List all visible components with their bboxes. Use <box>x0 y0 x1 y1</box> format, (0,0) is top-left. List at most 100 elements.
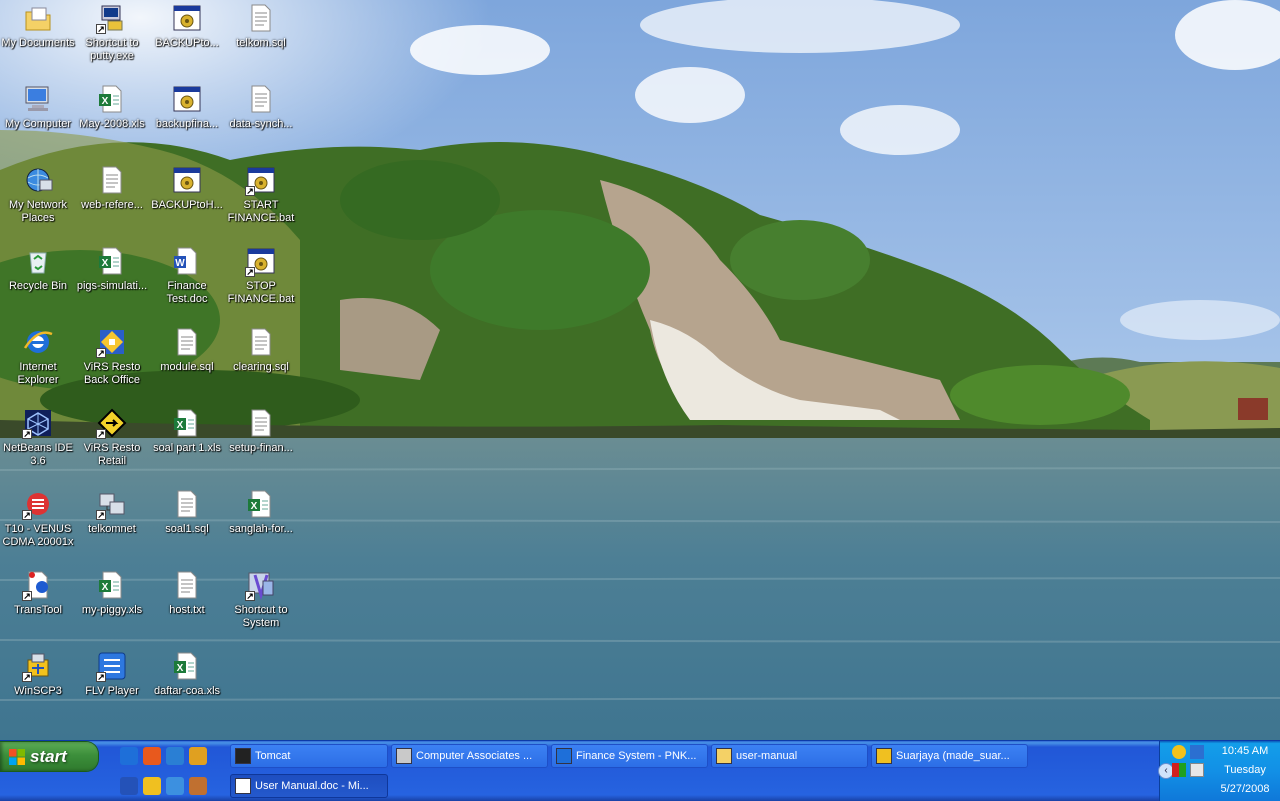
shortcut-arrow-icon: ↗ <box>22 429 32 439</box>
excel-file-icon: X <box>171 407 203 439</box>
desktop-icon[interactable]: ↗ Shortcut to putty.exe <box>74 2 150 63</box>
text-file-icon <box>245 407 277 439</box>
shortcut-arrow-icon: ↗ <box>245 267 255 277</box>
desktop-icon[interactable]: Xdaftar-coa.xls <box>149 650 225 698</box>
desktop-icon-label: backupfina... <box>155 118 219 130</box>
desktop-icon-label: STOP FINANCE.bat <box>227 280 295 305</box>
desktop-icon[interactable]: BACKUPto... <box>149 2 225 50</box>
desktop-icon[interactable]: ↗ FLV Player <box>74 650 150 698</box>
taskbar-button[interactable]: Finance System - PNK... <box>551 744 708 768</box>
text-file-icon <box>245 326 277 358</box>
desktop-icon[interactable]: My Network Places <box>0 164 76 225</box>
internet-explorer-icon[interactable] <box>120 747 138 765</box>
media-player-icon[interactable] <box>120 777 138 795</box>
taskbar-button-label: Finance System - PNK... <box>576 750 697 762</box>
desktop-icon[interactable]: ↗ telkomnet <box>74 488 150 536</box>
shortcut-arrow-icon: ↗ <box>22 591 32 601</box>
desktop-icon[interactable]: ↗ WinSCP3 <box>0 650 76 698</box>
pencil-icon[interactable] <box>189 747 207 765</box>
windows-logo-icon <box>9 748 25 765</box>
desktop-icon[interactable]: ↗ Shortcut to System <box>223 569 299 630</box>
excel-file-icon: X <box>96 569 128 601</box>
svg-text:X: X <box>102 96 109 107</box>
taskbar-button-label: Tomcat <box>255 750 291 762</box>
virs-retail-icon: ↗ <box>96 407 128 439</box>
desktop-icon[interactable]: My Computer <box>0 83 76 131</box>
tools-icon[interactable] <box>189 777 207 795</box>
desktop-icon[interactable]: soal1.sql <box>149 488 225 536</box>
shortcut-arrow-icon: ↗ <box>96 24 106 34</box>
shield-tray-icon[interactable] <box>1190 763 1204 777</box>
desktop-icon[interactable]: backupfina... <box>149 83 225 131</box>
network-tray-icon[interactable] <box>1190 745 1204 759</box>
desktop-icon[interactable]: Internet Explorer <box>0 326 76 387</box>
messenger-tray-icon[interactable] <box>1172 745 1186 759</box>
desktop-icon[interactable]: ↗ ViRS Resto Retail <box>74 407 150 468</box>
start-button[interactable]: start <box>0 742 98 771</box>
desktop-icon[interactable]: Xpigs-simulati... <box>74 245 150 293</box>
taskbar-button[interactable]: Suarjaya (made_suar... <box>871 744 1028 768</box>
shortcut-arrow-icon: ↗ <box>245 186 255 196</box>
folder-icon <box>716 748 732 764</box>
desktop-icon[interactable]: ↗ NetBeans IDE 3.6 <box>0 407 76 468</box>
svg-text:X: X <box>102 582 109 593</box>
desktop-icon[interactable]: telkom.sql <box>223 2 299 50</box>
console-icon <box>235 748 251 764</box>
desktop-icon[interactable]: X May-2008.xls <box>74 83 150 131</box>
desktop-icon[interactable]: ↗ ViRS Resto Back Office <box>74 326 150 387</box>
desktop-icon[interactable]: ↗ START FINANCE.bat <box>223 164 299 225</box>
batch-file-icon: ↗ <box>245 245 277 277</box>
desktop-icon[interactable]: BACKUPtoH... <box>149 164 225 212</box>
desktop-icon-area: My Documents ↗ Shortcut to putty.exe BACKUP… <box>0 0 320 740</box>
taskbar-button[interactable]: user-manual <box>711 744 868 768</box>
desktop-icon-label: T10 - VENUS CDMA 20001x <box>2 523 74 548</box>
taskbar-button[interactable]: Computer Associates ... <box>391 744 548 768</box>
desktop-icon[interactable]: Xsanglah-for... <box>223 488 299 536</box>
my-documents-icon <box>22 2 54 34</box>
desktop-icon[interactable]: host.txt <box>149 569 225 617</box>
taskbar-button[interactable]: Tomcat <box>230 744 388 768</box>
taskbar-button[interactable]: User Manual.doc - Mi... <box>230 774 388 798</box>
clock-time[interactable]: 10:45 AM <box>1212 745 1278 757</box>
desktop-icon[interactable]: Xsoal part 1.xls <box>149 407 225 455</box>
desktop-icon[interactable]: Xmy-piggy.xls <box>74 569 150 617</box>
desktop-icon-label: setup-finan... <box>229 442 293 454</box>
taskbar-button-label: user-manual <box>736 750 798 762</box>
desktop-icon[interactable]: My Documents <box>0 2 76 50</box>
excel-file-icon: X <box>96 245 128 277</box>
color-tray-icon[interactable] <box>1172 763 1186 777</box>
desktop-icon[interactable]: web-refere... <box>74 164 150 212</box>
desktop-icon-label: BACKUPtoH... <box>151 199 223 211</box>
desktop-icon[interactable]: ↗ TransTool <box>0 569 76 617</box>
search-icon[interactable] <box>166 777 184 795</box>
svg-text:X: X <box>102 258 109 269</box>
excel-file-icon: X <box>245 488 277 520</box>
desktop-icon[interactable]: setup-finan... <box>223 407 299 455</box>
outlook-icon[interactable] <box>166 747 184 765</box>
flv-player-icon: ↗ <box>96 650 128 682</box>
firefox-icon[interactable] <box>143 747 161 765</box>
network-places-icon <box>22 164 54 196</box>
desktop-icon[interactable]: clearing.sql <box>223 326 299 374</box>
desktop-icon-label: Recycle Bin <box>8 280 68 292</box>
desktop-icon[interactable]: Recycle Bin <box>0 245 76 293</box>
batch-file-icon <box>171 2 203 34</box>
desktop-icon[interactable]: module.sql <box>149 326 225 374</box>
text-file-icon <box>171 569 203 601</box>
netbeans-icon: ↗ <box>22 407 54 439</box>
desktop-icon[interactable]: ↗ STOP FINANCE.bat <box>223 245 299 306</box>
desktop-icon[interactable]: W Finance Test.doc <box>149 245 225 306</box>
desktop-icon-label: ViRS Resto Retail <box>83 442 141 467</box>
transtool-icon: ↗ <box>22 569 54 601</box>
desktop-icon-label: telkom.sql <box>236 37 286 49</box>
messenger-icon[interactable] <box>143 777 161 795</box>
desktop-icon-label: my-piggy.xls <box>81 604 143 616</box>
batch-file-icon <box>171 83 203 115</box>
desktop-icon-label: pigs-simulati... <box>76 280 148 292</box>
desktop-icon-label: data-synch... <box>229 118 293 130</box>
desktop-icon[interactable]: data-synch... <box>223 83 299 131</box>
desktop-icon[interactable]: ↗ T10 - VENUS CDMA 20001x <box>0 488 76 549</box>
quick-launch-bar <box>112 745 224 799</box>
text-file-icon <box>171 326 203 358</box>
start-label: start <box>30 746 67 766</box>
